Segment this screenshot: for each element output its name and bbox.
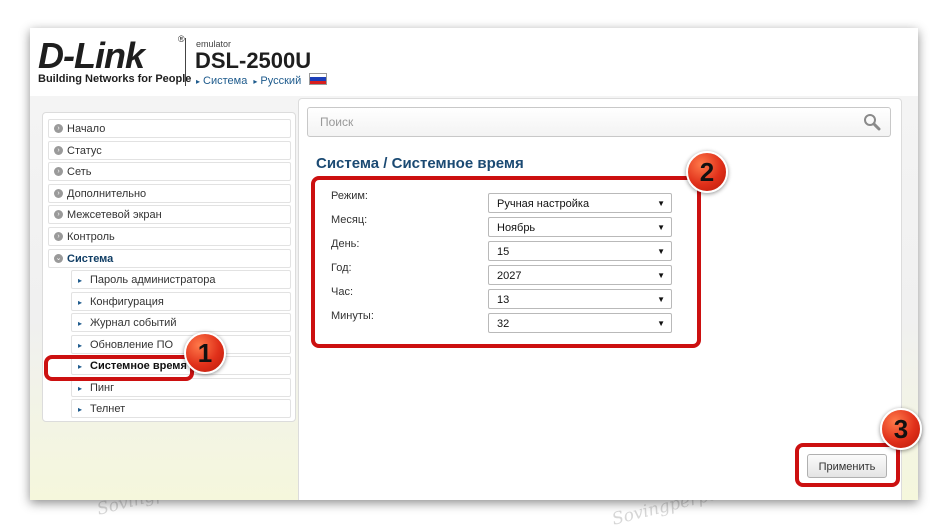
arrow-icon: ▸ bbox=[78, 298, 83, 307]
breadcrumb-arrow-icon: ▸ bbox=[196, 77, 201, 86]
step-marker-3: 3 bbox=[880, 408, 922, 450]
logo-tagline: Building Networks for People bbox=[38, 73, 192, 85]
sidebar-item-advanced[interactable]: › Дополнительно bbox=[48, 184, 291, 203]
header-breadcrumb: ▸ Система ▸ Русский bbox=[196, 73, 330, 87]
search-box[interactable]: Поиск bbox=[307, 107, 891, 137]
arrow-icon: ▸ bbox=[78, 341, 83, 350]
sidebar-item-system[interactable]: ⌄ Система bbox=[48, 249, 291, 268]
expand-arrow-icon: › bbox=[54, 210, 63, 219]
expand-arrow-icon: › bbox=[54, 146, 63, 155]
sidebar-item-home[interactable]: › Начало bbox=[48, 119, 291, 138]
arrow-icon: ▸ bbox=[78, 319, 83, 328]
header-divider bbox=[185, 38, 186, 86]
step-marker-2: 2 bbox=[686, 151, 728, 193]
arrow-icon: ▸ bbox=[78, 384, 83, 393]
sidebar-subitem-configuration[interactable]: ▸ Конфигурация bbox=[71, 292, 291, 311]
model-name: DSL-2500U bbox=[195, 48, 312, 73]
breadcrumb-system-link[interactable]: Система bbox=[203, 75, 247, 87]
search-placeholder: Поиск bbox=[320, 115, 354, 129]
sidebar-subitem-admin-password[interactable]: ▸ Пароль администратора bbox=[71, 270, 291, 289]
collapse-arrow-icon: ⌄ bbox=[54, 254, 63, 263]
header: D-Link Building Networks for People ® em… bbox=[30, 28, 918, 96]
language-link[interactable]: Русский bbox=[260, 75, 301, 87]
arrow-icon: ▸ bbox=[78, 276, 83, 285]
sidebar-subitem-telnet[interactable]: ▸ Телнет bbox=[71, 399, 291, 418]
sidebar-item-network[interactable]: › Сеть bbox=[48, 162, 291, 181]
highlight-apply-button bbox=[795, 443, 900, 487]
expand-arrow-icon: › bbox=[54, 232, 63, 241]
registered-mark: ® bbox=[178, 34, 185, 44]
sidebar-subitem-firmware-update[interactable]: ▸ Обновление ПО bbox=[71, 335, 291, 354]
sidebar-item-firewall[interactable]: › Межсетевой экран bbox=[48, 205, 291, 224]
logo-text: D-Link bbox=[38, 35, 145, 76]
page-title: Система / Системное время bbox=[316, 155, 524, 172]
dlink-logo: D-Link Building Networks for People bbox=[38, 35, 192, 86]
expand-arrow-icon: › bbox=[54, 167, 63, 176]
expand-arrow-icon: › bbox=[54, 189, 63, 198]
step-marker-1: 1 bbox=[184, 332, 226, 374]
sidebar-item-control[interactable]: › Контроль bbox=[48, 227, 291, 246]
expand-arrow-icon: › bbox=[54, 124, 63, 133]
highlight-system-time bbox=[44, 355, 194, 381]
highlight-time-form bbox=[311, 176, 701, 348]
search-icon[interactable] bbox=[862, 112, 882, 132]
arrow-icon: ▸ bbox=[78, 405, 83, 414]
sidebar-item-status[interactable]: › Статус bbox=[48, 141, 291, 160]
breadcrumb-arrow-icon: ▸ bbox=[253, 77, 258, 86]
sidebar-subitem-event-log[interactable]: ▸ Журнал событий bbox=[71, 313, 291, 332]
russian-flag-icon bbox=[309, 73, 328, 85]
